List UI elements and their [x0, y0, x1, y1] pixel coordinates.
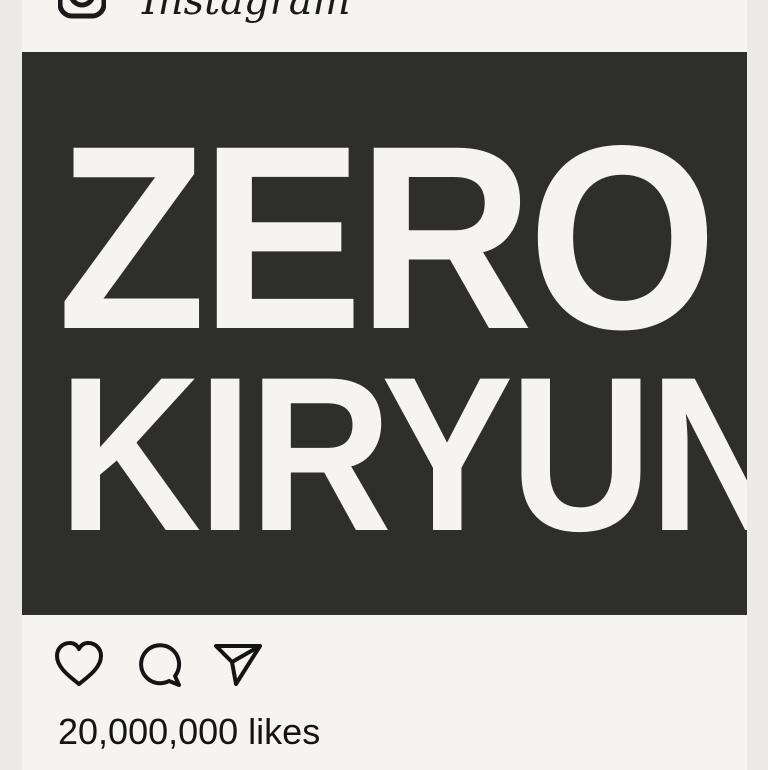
post-image-text-line1: ZERO: [57, 91, 717, 384]
instagram-camera-icon[interactable]: [58, 0, 106, 22]
post-header: Instagram: [22, 0, 747, 52]
likes-count[interactable]: 20,000,000 likes: [58, 711, 320, 753]
instagram-wordmark[interactable]: Instagram: [142, 0, 351, 24]
instagram-post-card: Instagram ZERO KIRYUN 20,000,000 likes: [22, 0, 747, 770]
post-image[interactable]: ZERO KIRYUN: [22, 52, 747, 615]
post-image-text-line2: KIRYUN: [58, 331, 747, 577]
send-icon[interactable]: [212, 638, 266, 692]
comment-icon[interactable]: [134, 638, 188, 692]
heart-icon[interactable]: [52, 638, 106, 692]
more-options-icon[interactable]: [675, 0, 711, 10]
